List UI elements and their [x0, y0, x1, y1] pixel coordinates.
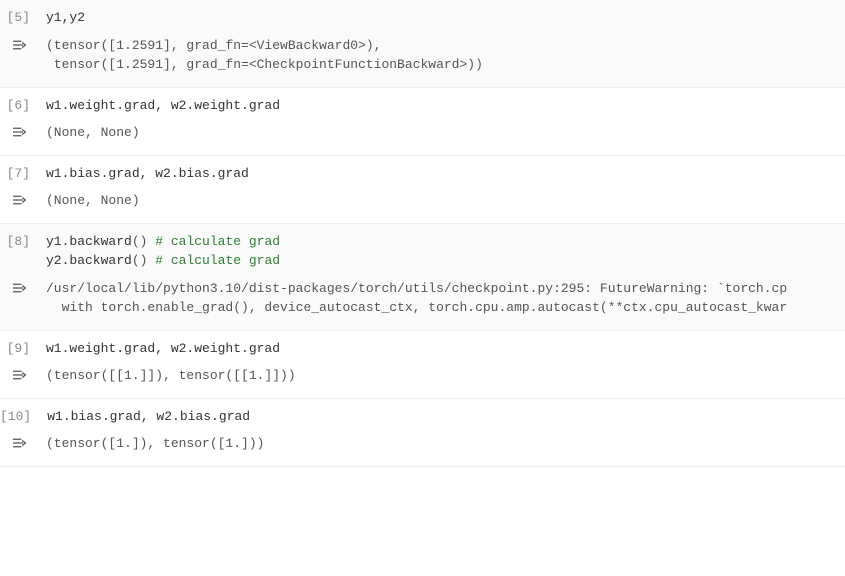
execution-count: [7]	[0, 164, 40, 184]
output-indicator	[0, 366, 40, 386]
output-arrow-icon	[12, 38, 30, 52]
notebook-cells: [5] y1,y2 (tensor([1.2591], grad_fn=<Vie…	[0, 0, 845, 467]
output-arrow-icon	[12, 368, 30, 382]
output-indicator	[0, 36, 40, 75]
cell-output-row: (tensor([[1.]]), tensor([[1.]]))	[0, 362, 845, 398]
cell-input-row: [9] w1.weight.grad, w2.weight.grad	[0, 331, 845, 363]
cell: [6] w1.weight.grad, w2.weight.grad (None…	[0, 88, 845, 156]
output-text: (None, None)	[40, 191, 845, 211]
cell: [8] y1.backward() # calculate grad y2.ba…	[0, 224, 845, 331]
code-input[interactable]: y1,y2	[40, 8, 845, 28]
output-arrow-icon	[12, 193, 30, 207]
cell-input-row: [10] w1.bias.grad, w2.bias.grad	[0, 399, 845, 431]
output-arrow-icon	[12, 436, 30, 450]
output-text: /usr/local/lib/python3.10/dist-packages/…	[40, 279, 845, 318]
code-input[interactable]: w1.weight.grad, w2.weight.grad	[40, 96, 845, 116]
cell-input-row: [8] y1.backward() # calculate grad y2.ba…	[0, 224, 845, 275]
cell-output-row: (tensor([1.2591], grad_fn=<ViewBackward0…	[0, 32, 845, 87]
code-text: y1.backward() # calculate grad y2.backwa…	[46, 234, 280, 269]
cell-input-row: [5] y1,y2	[0, 0, 845, 32]
cell: [10] w1.bias.grad, w2.bias.grad (tensor(…	[0, 399, 845, 467]
code-input[interactable]: y1.backward() # calculate grad y2.backwa…	[40, 232, 845, 271]
output-arrow-icon	[12, 281, 30, 295]
execution-count: [6]	[0, 96, 40, 116]
output-indicator	[0, 279, 40, 318]
output-text: (tensor([1.2591], grad_fn=<ViewBackward0…	[40, 36, 845, 75]
code-text: y1,y2	[46, 10, 85, 25]
cell: [9] w1.weight.grad, w2.weight.grad (tens…	[0, 331, 845, 399]
execution-count: [5]	[0, 8, 40, 28]
cell-output-row: (None, None)	[0, 187, 845, 223]
execution-count: [10]	[0, 407, 41, 427]
code-input[interactable]: w1.bias.grad, w2.bias.grad	[40, 164, 845, 184]
cell-output-row: /usr/local/lib/python3.10/dist-packages/…	[0, 275, 845, 330]
output-indicator	[0, 123, 40, 143]
code-text: w1.bias.grad, w2.bias.grad	[46, 166, 249, 181]
code-text: w1.weight.grad, w2.weight.grad	[46, 98, 280, 113]
output-arrow-icon	[12, 125, 30, 139]
output-indicator	[0, 191, 40, 211]
output-text: (tensor([[1.]]), tensor([[1.]]))	[40, 366, 845, 386]
code-input[interactable]: w1.bias.grad, w2.bias.grad	[41, 407, 845, 427]
execution-count: [9]	[0, 339, 40, 359]
code-text: w1.weight.grad, w2.weight.grad	[46, 341, 280, 356]
cell-input-row: [7] w1.bias.grad, w2.bias.grad	[0, 156, 845, 188]
code-text: w1.bias.grad, w2.bias.grad	[47, 409, 250, 424]
cell-output-row: (None, None)	[0, 119, 845, 155]
cell-output-row: (tensor([1.]), tensor([1.]))	[0, 430, 845, 466]
execution-count: [8]	[0, 232, 40, 271]
code-input[interactable]: w1.weight.grad, w2.weight.grad	[40, 339, 845, 359]
output-text: (None, None)	[40, 123, 845, 143]
cell: [5] y1,y2 (tensor([1.2591], grad_fn=<Vie…	[0, 0, 845, 88]
cell: [7] w1.bias.grad, w2.bias.grad (None, No…	[0, 156, 845, 224]
output-indicator	[0, 434, 40, 454]
cell-input-row: [6] w1.weight.grad, w2.weight.grad	[0, 88, 845, 120]
output-text: (tensor([1.]), tensor([1.]))	[40, 434, 845, 454]
